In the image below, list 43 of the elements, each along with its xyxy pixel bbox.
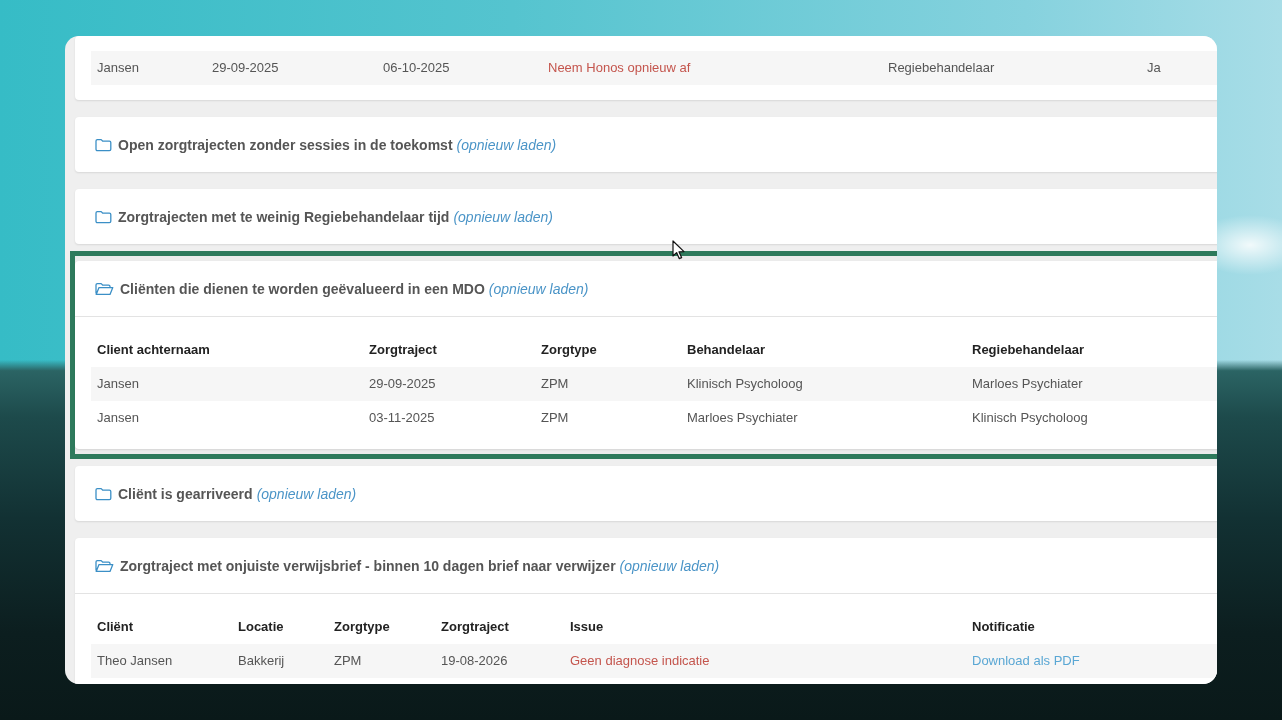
table-cell-text: ZPM	[333, 653, 363, 669]
table-cell-text: ZPM	[540, 376, 570, 392]
column-header: Zorgtraject	[368, 342, 438, 358]
column-header: Zorgtraject	[440, 619, 510, 635]
table-cell-text: Ja	[1146, 60, 1162, 76]
table-cell-text: Jansen	[96, 376, 140, 392]
reload-link[interactable]: (opnieuw laden)	[453, 208, 554, 225]
table-cell-text: Marloes Psychiater	[686, 410, 799, 426]
column-header: Behandelaar	[686, 342, 767, 358]
table-cell-text: Theo Jansen	[96, 653, 174, 669]
column-header: Zorgtype	[333, 619, 391, 635]
column-header: Zorgtype	[540, 342, 598, 358]
column-header: Notificatie	[971, 619, 1036, 635]
table-cell-text: Marloes Psychiater	[971, 376, 1084, 392]
table-link[interactable]: Download als PDF	[966, 653, 1086, 669]
panel-title: Open zorgtrajecten zonder sessies in de toekomst	[118, 136, 453, 153]
table-cell-text: 19-08-2026	[440, 653, 509, 669]
column-header: Locatie	[237, 619, 285, 635]
error-text: Geen diagnose indicatie	[569, 653, 711, 669]
panel-title: Cliënt is gearriveerd	[118, 485, 253, 502]
table-cell-text: 03-11-2025	[368, 410, 436, 426]
reload-link[interactable]: (opnieuw laden)	[619, 557, 720, 574]
table-cell-text: Regiebehandelaar	[887, 60, 996, 76]
table-cell-text: 29-09-2025	[211, 60, 280, 76]
panel-title: Zorgtraject met onjuiste verwijsbrief - binnen 10 dagen brief naar verwijzer	[120, 557, 616, 574]
error-text: Neem Honos opnieuw af	[547, 60, 692, 76]
reload-link[interactable]: (opnieuw laden)	[256, 485, 357, 502]
table-cell-text: Bakkerij	[237, 653, 286, 669]
reload-link[interactable]: (opnieuw laden)	[456, 136, 557, 153]
column-header: Client achternaam	[96, 342, 211, 358]
table-cell-text: Klinisch Psycholoog	[971, 410, 1089, 426]
column-header: Cliënt	[96, 619, 135, 635]
table-cell-text: Klinisch Psycholoog	[686, 376, 804, 392]
column-header: Issue	[569, 619, 605, 635]
table-cell-text: Jansen	[96, 60, 140, 76]
table-cell-text: 29-09-2025	[368, 376, 437, 392]
panel-title: Cliënten die dienen te worden geëvalueerd in een MDO	[120, 280, 485, 297]
table-cell-text: ZPM	[540, 410, 570, 426]
table-cell-text: 06-10-2025	[382, 60, 451, 76]
table-cell-text: Jansen	[96, 410, 140, 426]
column-header: Regiebehandelaar	[971, 342, 1085, 358]
reload-link[interactable]: (opnieuw laden)	[488, 280, 589, 297]
panel-title: Zorgtrajecten met te weinig Regiebehandelaar tijd	[118, 208, 450, 225]
